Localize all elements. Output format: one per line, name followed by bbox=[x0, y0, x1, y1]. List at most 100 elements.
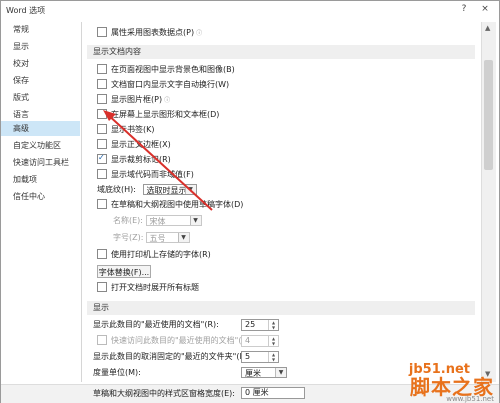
chevron-down-icon[interactable]: ▼ bbox=[275, 368, 286, 377]
checkbox[interactable] bbox=[97, 78, 107, 89]
font-size-value: 五号 bbox=[149, 234, 166, 243]
field-shading-value: 选取时显示 bbox=[146, 186, 187, 195]
close-button[interactable]: × bbox=[477, 3, 493, 16]
font-size-select[interactable]: 五号 ▼ bbox=[145, 232, 190, 243]
style-width-value: 0 厘米 bbox=[245, 388, 269, 397]
option-bookmarks[interactable]: 显示书签(K) bbox=[97, 123, 155, 136]
option-label: 显示正文边框(X) bbox=[111, 140, 171, 149]
checkbox[interactable] bbox=[97, 138, 107, 149]
option-label: 显示裁剪标记(R) bbox=[111, 155, 171, 164]
spinner-icon[interactable]: ▲ ▼ bbox=[268, 320, 278, 330]
window-title: Word 选项 bbox=[6, 6, 46, 15]
checkbox[interactable] bbox=[97, 93, 107, 104]
recent-docs-value: 25 bbox=[245, 320, 256, 329]
section-header-document-content: 显示文档内容 bbox=[87, 45, 475, 59]
units-row: 度量单位(M): bbox=[93, 367, 141, 379]
option-label: 使用打印机上存储的字体(R) bbox=[111, 250, 211, 259]
option-field-codes[interactable]: 显示域代码而非域值(F) bbox=[97, 168, 194, 181]
quick-access-input[interactable]: 4 ▲ ▼ bbox=[241, 335, 279, 347]
quick-access-label: 快速访问此数目的"最近使用的文档"(Q): bbox=[111, 336, 254, 345]
chevron-down-icon[interactable]: ▼ bbox=[184, 185, 196, 194]
word-options-window: Word 选项 ? × 常规 显示 校对 保存 版式 语言 高级 自定义功能区 … bbox=[0, 0, 500, 403]
sidebar-item-display[interactable]: 显示 bbox=[1, 39, 80, 54]
spinner-icon[interactable]: ▲ ▼ bbox=[268, 352, 278, 362]
advanced-options-panel: 属性采用图表数据点(P) ⓘ 显示文档内容 在页面视图中显示背景色和图像(B) 文… bbox=[83, 22, 479, 382]
option-crop-marks[interactable]: 显示裁剪标记(R) bbox=[97, 152, 171, 166]
quick-access-value: 4 bbox=[245, 336, 251, 345]
unpinned-folders-input[interactable]: 5 ▲ ▼ bbox=[241, 351, 279, 363]
option-drawings-textboxes[interactable]: 在屏幕上显示图形和文本框(D) bbox=[97, 108, 220, 121]
unpinned-folders-row: 显示此数目的取消固定的"最近的文件夹"(F): bbox=[93, 351, 250, 363]
checkbox[interactable] bbox=[97, 334, 107, 345]
sidebar-item-trust-center[interactable]: 信任中心 bbox=[1, 189, 80, 204]
option-text-boundaries[interactable]: 显示正文边框(X) bbox=[97, 138, 171, 151]
option-label: 显示书签(K) bbox=[111, 125, 155, 134]
sidebar-item-proofing[interactable]: 校对 bbox=[1, 56, 80, 71]
style-width-label: 草稿和大纲视图中的样式区窗格宽度(E): bbox=[93, 389, 235, 398]
sidebar-item-quick-access-toolbar[interactable]: 快速访问工具栏 bbox=[1, 155, 80, 170]
sidebar-item-general[interactable]: 常规 bbox=[1, 22, 80, 37]
option-label: 在草稿和大纲视图中使用草稿字体(D) bbox=[111, 200, 244, 209]
font-name-label: 名称(E): bbox=[113, 216, 143, 225]
font-size-row: 字号(Z): 五号 ▼ bbox=[113, 232, 190, 244]
font-size-label: 字号(Z): bbox=[113, 233, 144, 242]
option-picture-placeholders[interactable]: 显示图片框(P) ⓘ bbox=[97, 93, 171, 106]
watermark-url: www.jb51.net bbox=[446, 395, 494, 403]
recent-docs-row: 显示此数目的"最近使用的文档"(R): bbox=[93, 319, 219, 331]
chart-data-point-label: 属性采用图表数据点(P) bbox=[111, 28, 195, 37]
quick-access-row[interactable]: 快速访问此数目的"最近使用的文档"(Q): bbox=[97, 334, 254, 347]
scroll-up-icon[interactable]: ▲ bbox=[485, 24, 490, 32]
checkbox[interactable] bbox=[97, 248, 107, 259]
units-label: 度量单位(M): bbox=[93, 368, 141, 377]
scrollbar-thumb[interactable] bbox=[484, 60, 493, 170]
title-bar: Word 选项 ? × bbox=[1, 1, 499, 19]
option-draft-font[interactable]: 在草稿和大纲视图中使用草稿字体(D) bbox=[97, 198, 244, 211]
field-shading-select[interactable]: 选取时显示 ▼ bbox=[142, 184, 197, 195]
help-button[interactable]: ? bbox=[456, 3, 472, 16]
option-label: 显示图片框(P) bbox=[111, 95, 163, 104]
checkbox[interactable] bbox=[97, 123, 107, 134]
sidebar-item-addins[interactable]: 加载项 bbox=[1, 172, 80, 187]
checkbox[interactable] bbox=[97, 168, 107, 179]
chevron-down-icon[interactable]: ▼ bbox=[189, 216, 201, 225]
option-word-wrap[interactable]: 文档窗口内显示文字自动换行(W) bbox=[97, 78, 230, 91]
checkbox[interactable] bbox=[97, 198, 107, 209]
sidebar-item-customize-ribbon[interactable]: 自定义功能区 bbox=[1, 138, 80, 153]
info-icon: ⓘ bbox=[164, 97, 171, 104]
chart-data-point-option[interactable]: 属性采用图表数据点(P) ⓘ bbox=[97, 26, 203, 39]
unpinned-folders-value: 5 bbox=[245, 352, 251, 361]
vertical-scrollbar[interactable]: ▲ ▼ bbox=[481, 22, 496, 382]
units-select[interactable]: 厘米 ▼ bbox=[241, 367, 287, 378]
option-label: 显示域代码而非域值(F) bbox=[111, 170, 194, 179]
unpinned-folders-label: 显示此数目的取消固定的"最近的文件夹"(F): bbox=[93, 352, 250, 361]
checkbox[interactable] bbox=[97, 281, 107, 292]
option-label: 文档窗口内显示文字自动换行(W) bbox=[111, 80, 230, 89]
checkbox[interactable] bbox=[97, 63, 107, 74]
sidebar-item-save[interactable]: 保存 bbox=[1, 73, 80, 88]
recent-docs-label: 显示此数目的"最近使用的文档"(R): bbox=[93, 320, 219, 329]
option-background-color[interactable]: 在页面视图中显示背景色和图像(B) bbox=[97, 63, 235, 76]
info-icon: ⓘ bbox=[196, 30, 203, 37]
spinner-icon[interactable]: ▲ ▼ bbox=[268, 336, 278, 346]
option-printer-fonts[interactable]: 使用打印机上存储的字体(R) bbox=[97, 248, 211, 261]
chart-data-point-checkbox[interactable] bbox=[97, 26, 107, 37]
style-width-input[interactable]: 0 厘米 bbox=[241, 387, 305, 399]
option-label: 在页面视图中显示背景色和图像(B) bbox=[111, 65, 235, 74]
option-expand-headings[interactable]: 打开文档时展开所有标题 bbox=[97, 281, 199, 294]
checkbox-checked[interactable] bbox=[97, 152, 107, 164]
font-name-value: 宋体 bbox=[149, 217, 166, 226]
recent-docs-input[interactable]: 25 ▲ ▼ bbox=[241, 319, 279, 331]
option-label: 打开文档时展开所有标题 bbox=[111, 283, 199, 292]
font-name-row: 名称(E): 宋体 ▼ bbox=[113, 215, 202, 227]
sidebar-item-advanced[interactable]: 高级 bbox=[1, 121, 80, 136]
checkbox[interactable] bbox=[97, 108, 107, 119]
font-substitution-button[interactable]: 字体替换(F)... bbox=[97, 265, 151, 278]
section-header-display: 显示 bbox=[87, 301, 475, 315]
sidebar-item-language[interactable]: 语言 bbox=[1, 107, 80, 122]
option-label: 在屏幕上显示图形和文本框(D) bbox=[111, 110, 220, 119]
sidebar-item-typography[interactable]: 版式 bbox=[1, 90, 80, 105]
font-name-select[interactable]: 宋体 ▼ bbox=[145, 215, 202, 226]
field-shading-row: 域底纹(H): 选取时显示 ▼ bbox=[97, 184, 197, 196]
chevron-down-icon[interactable]: ▼ bbox=[177, 233, 189, 242]
units-value: 厘米 bbox=[245, 369, 261, 378]
